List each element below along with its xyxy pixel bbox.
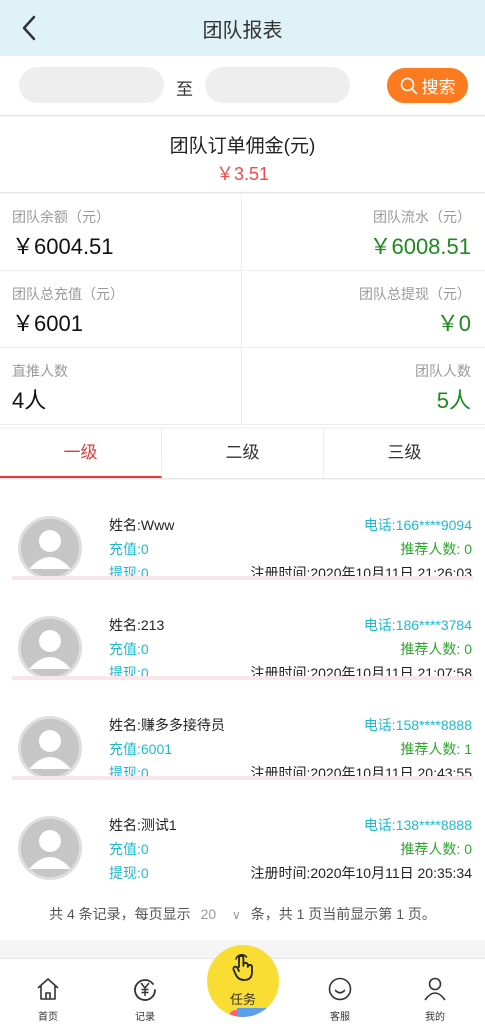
member-name: 姓名:213: [109, 617, 165, 633]
date-search-bar: 至 搜索: [0, 56, 485, 116]
nav-label: 我的: [425, 1012, 445, 1023]
date-range-separator: 至: [176, 80, 193, 99]
page-title: 团队报表: [202, 19, 283, 42]
stat-label: 团队流水（元）: [373, 209, 471, 225]
member-phone: 电话:138****8888: [363, 817, 472, 833]
stat-label: 团队总提现（元）: [359, 286, 471, 302]
pagination-info: 共 4 条记录，每页显示 20 ∨ 条，共 1 页当前显示第 1 页。: [0, 904, 485, 924]
stat-label: 团队余额（元）: [12, 209, 110, 225]
member-recharge: 充值:0: [109, 641, 149, 657]
user-placeholder-icon: [21, 719, 79, 777]
search-button-label: 搜索: [421, 78, 456, 97]
nav-item-home[interactable]: 首页: [13, 959, 83, 1024]
search-button[interactable]: 搜索: [387, 68, 468, 103]
records-yen-icon: [134, 979, 156, 1001]
pager-prefix: 共 4 条记录，每页显示: [49, 906, 191, 922]
list-item[interactable]: 姓名:Www 充值:0 提现:0 电话:166****9094 推荐人数: 0 …: [0, 480, 485, 581]
avatar: [18, 616, 82, 680]
stat-direct-referrals: 直推人数 4人: [0, 348, 242, 425]
member-recharge: 充值:6001: [109, 741, 173, 757]
team-report-page: 团队报表 至 搜索 团队订单佣金(元) ￥3.51 团队余额（元） ￥6004.…: [0, 0, 485, 1024]
list-item[interactable]: 姓名:213 充值:0 提现:0 电话:186****3784 推荐人数: 0 …: [0, 580, 485, 681]
team-commission-card: 团队订单佣金(元) ￥3.51: [0, 117, 485, 193]
member-list: 姓名:Www 充值:0 提现:0 电话:166****9094 推荐人数: 0 …: [0, 480, 485, 940]
nav-label: 首页: [38, 1012, 58, 1023]
member-phone: 电话:186****3784: [363, 617, 472, 633]
stat-team-turnover: 团队流水（元） ￥6008.51: [243, 194, 485, 271]
commission-label: 团队订单佣金(元): [169, 136, 316, 157]
list-item[interactable]: 姓名:测试1 充值:0 提现:0 电话:138****8888 推荐人数: 0 …: [0, 780, 485, 881]
user-placeholder-icon: [21, 819, 79, 877]
tab-level-2[interactable]: 二级: [162, 429, 324, 478]
stat-value: 5人: [436, 388, 471, 413]
end-date-input[interactable]: [205, 67, 350, 103]
stat-value: 4人: [12, 388, 47, 413]
list-item[interactable]: 姓名:赚多多接待员 充值:6001 提现:0 电话:158****8888 推荐…: [0, 680, 485, 781]
nav-label: 任务: [229, 992, 256, 1007]
page-size-select[interactable]: 20: [201, 906, 217, 922]
stat-team-size: 团队人数 5人: [243, 348, 485, 425]
user-icon: [424, 977, 446, 1001]
tab-level-1[interactable]: 一级: [0, 429, 162, 478]
stat-team-balance: 团队余额（元） ￥6004.51: [0, 194, 242, 271]
stat-label: 直推人数: [12, 363, 68, 379]
user-placeholder-icon: [21, 519, 79, 577]
stat-value: ￥6008.51: [369, 234, 471, 259]
commission-value: ￥3.51: [215, 164, 270, 184]
home-icon: [37, 978, 59, 1000]
tab-level-3[interactable]: 三级: [324, 429, 485, 478]
stat-value: ￥0: [436, 311, 471, 336]
chevron-left-icon: [22, 15, 36, 41]
nav-item-service[interactable]: 客服: [305, 959, 375, 1024]
start-date-input[interactable]: [19, 67, 164, 103]
tap-hand-icon: [232, 954, 253, 981]
member-registered-time: 注册时间:2020年10月11日 20:35:34: [250, 865, 472, 881]
avatar: [18, 816, 82, 880]
nav-item-mine[interactable]: 我的: [400, 959, 470, 1024]
member-referrals: 推荐人数: 0: [400, 541, 472, 557]
stat-value: ￥6001: [12, 311, 83, 336]
smiley-chat-icon: [328, 977, 352, 1001]
member-referrals: 推荐人数: 1: [400, 741, 472, 757]
nav-item-records[interactable]: 记录: [110, 959, 180, 1024]
avatar: [18, 716, 82, 780]
member-name: 姓名:Www: [109, 517, 175, 533]
stat-team-total-recharge: 团队总充值（元） ￥6001: [0, 271, 242, 348]
member-phone: 电话:158****8888: [363, 717, 472, 733]
member-recharge: 充值:0: [109, 541, 149, 557]
team-stats-grid: 团队余额（元） ￥6004.51 团队流水（元） ￥6008.51 团队总充值（…: [0, 194, 485, 427]
member-name: 姓名:测试1: [109, 817, 177, 833]
avatar: [18, 516, 82, 580]
member-referrals: 推荐人数: 0: [400, 641, 472, 657]
member-referrals: 推荐人数: 0: [400, 841, 472, 857]
header-bar: 团队报表: [0, 0, 485, 56]
nav-item-task[interactable]: 任务: [207, 945, 279, 1017]
level-tabs: 一级 二级 三级: [0, 429, 485, 479]
nav-label: 客服: [330, 1012, 350, 1023]
nav-label: 记录: [135, 1012, 155, 1023]
back-button[interactable]: [14, 12, 44, 44]
member-withdraw: 提现:0: [109, 865, 149, 881]
chevron-down-icon[interactable]: ∨: [232, 908, 241, 922]
stat-label: 团队总充值（元）: [12, 286, 124, 302]
pager-suffix: 条，共 1 页当前显示第 1 页。: [250, 906, 436, 922]
search-icon: [400, 77, 417, 94]
member-name: 姓名:赚多多接待员: [109, 717, 225, 733]
stat-label: 团队人数: [415, 363, 471, 379]
stat-team-total-withdraw: 团队总提现（元） ￥0: [243, 271, 485, 348]
task-accent-blue: [237, 1008, 267, 1017]
member-phone: 电话:166****9094: [363, 517, 472, 533]
stat-value: ￥6004.51: [12, 234, 114, 259]
member-recharge: 充值:0: [109, 841, 149, 857]
user-placeholder-icon: [21, 619, 79, 677]
